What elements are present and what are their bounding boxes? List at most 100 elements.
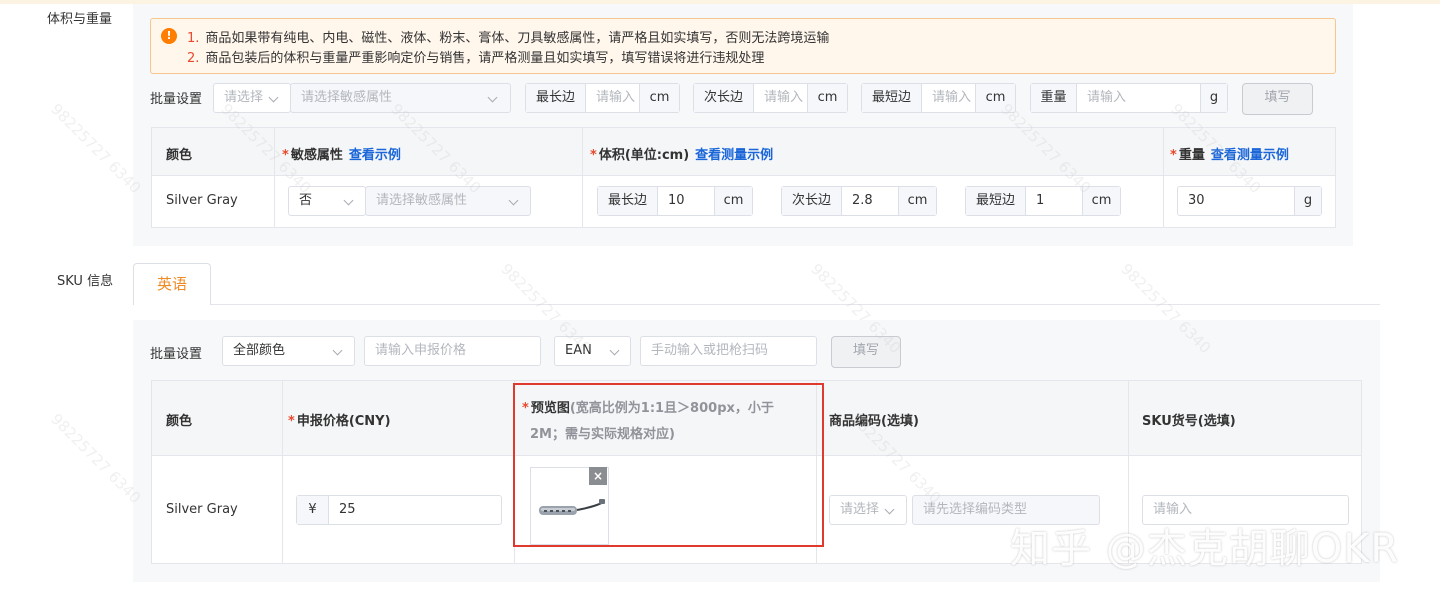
col-header-sensitive: * 敏感属性 查看示例 bbox=[282, 144, 401, 163]
divider bbox=[582, 128, 583, 227]
sensitive-example-link[interactable]: 查看示例 bbox=[349, 148, 401, 163]
batch-weight-input[interactable]: 请输入 bbox=[1087, 84, 1126, 112]
volume-section-label: 体积与重量 bbox=[47, 12, 113, 27]
price-batch-placeholder: 请输入申报价格 bbox=[375, 343, 467, 358]
row-weight-field[interactable]: 30 g bbox=[1177, 186, 1322, 216]
row-weight-input[interactable]: 30 bbox=[1188, 187, 1205, 215]
zhihu-brand-watermark: 知乎 @杰克胡聊OKR bbox=[1010, 526, 1400, 572]
row-shortest-input[interactable]: 1 bbox=[1036, 187, 1044, 215]
code-select-placeholder: 请选择 bbox=[840, 502, 880, 517]
warning-circle-icon: ! bbox=[161, 28, 177, 44]
price-field[interactable]: ¥ 25 bbox=[296, 495, 502, 525]
volume-table: 颜色 * 敏感属性 查看示例 * 体积(单位:cm) 查看测量示例 * 重量 查看测量示例 … bbox=[151, 127, 1336, 228]
batch-shortest-label: 最短边 bbox=[862, 84, 922, 112]
alert-line-2-number: 2. bbox=[187, 51, 200, 66]
chevron-down-icon bbox=[268, 92, 279, 103]
batch-longest-label: 最长边 bbox=[526, 84, 586, 112]
col-header-sensitive-label: 敏感属性 bbox=[290, 148, 343, 163]
sensitive-yesno-select[interactable]: 否 bbox=[288, 186, 366, 216]
sku-col-header-color: 颜色 bbox=[166, 414, 193, 429]
batch-weight-label: 重量 bbox=[1031, 84, 1077, 112]
sku-col-header-code: 商品编码(选填) bbox=[829, 414, 919, 429]
col-header-weight: * 重量 查看测量示例 bbox=[1170, 144, 1289, 163]
batch-shortest-unit: cm bbox=[975, 84, 1015, 112]
sensitive-alert: ! 1. 商品如果带有纯电、内电、磁性、液体、粉末、膏体、刀具敏感属性，请严格且如… bbox=[150, 18, 1336, 74]
sku-row-color: Silver Gray bbox=[166, 502, 238, 517]
divider bbox=[274, 128, 275, 227]
volume-example-link[interactable]: 查看测量示例 bbox=[695, 148, 773, 163]
color-select-value: 全部颜色 bbox=[233, 343, 286, 358]
batch-second-label: 次长边 bbox=[694, 84, 754, 112]
required-mark: * bbox=[590, 148, 597, 163]
sensitive-yesno-value: 否 bbox=[299, 193, 313, 208]
col-header-volume: * 体积(单位:cm) 查看测量示例 bbox=[590, 144, 773, 163]
chevron-down-icon bbox=[332, 345, 343, 356]
batch-second-input[interactable]: 请输入 bbox=[764, 84, 803, 112]
row-color: Silver Gray bbox=[166, 193, 238, 208]
sku-fill-button[interactable]: 填写 bbox=[831, 336, 901, 368]
code-select[interactable]: 请选择 bbox=[829, 495, 907, 525]
tab-bar-line bbox=[133, 304, 1380, 305]
row-longest-input[interactable]: 10 bbox=[668, 187, 685, 215]
preview-highlight-box bbox=[513, 383, 824, 547]
row-second-label: 次长边 bbox=[782, 187, 842, 215]
watermark-text: 98225727 6340 bbox=[47, 100, 145, 198]
divider bbox=[282, 381, 283, 563]
alert-line-1-text: 商品如果带有纯电、内电、磁性、液体、粉末、膏体、刀具敏感属性，请严格且如实填写，… bbox=[205, 31, 830, 46]
col-header-volume-label: 体积(单位:cm) bbox=[598, 148, 690, 163]
batch-select[interactable]: 请选择 bbox=[213, 83, 291, 113]
col-header-weight-label: 重量 bbox=[1178, 148, 1205, 163]
chevron-down-icon bbox=[487, 92, 498, 103]
alert-line-1-number: 1. bbox=[187, 31, 200, 46]
code-type-value: EAN bbox=[565, 343, 592, 358]
code-type-select[interactable]: EAN bbox=[554, 336, 631, 366]
row-longest-unit: cm bbox=[714, 187, 752, 215]
watermark-text: 98225727 6340 bbox=[47, 410, 145, 508]
alert-line-2-text: 商品包装后的体积与重量严重影响定价与销售，请严格测量且如实填写，填写错误将进行违… bbox=[205, 51, 765, 66]
batch-sensitive-placeholder: 请选择敏感属性 bbox=[301, 90, 393, 105]
row-second-input[interactable]: 2.8 bbox=[852, 187, 873, 215]
color-select[interactable]: 全部颜色 bbox=[222, 336, 355, 366]
chevron-down-icon bbox=[609, 345, 620, 356]
divider bbox=[1163, 128, 1164, 227]
row-shortest-label: 最短边 bbox=[966, 187, 1026, 215]
volume-batch-label: 批量设置 bbox=[150, 92, 203, 107]
row-sensitive-select[interactable]: 请选择敏感属性 bbox=[365, 186, 531, 216]
batch-second-unit: cm bbox=[807, 84, 847, 112]
batch-longest-input[interactable]: 请输入 bbox=[596, 84, 635, 112]
sku-col-header-sku: SKU货号(选填) bbox=[1142, 414, 1236, 429]
row-longest-field[interactable]: 最长边 10 cm bbox=[597, 186, 753, 216]
price-input[interactable]: 25 bbox=[339, 496, 356, 524]
row-shortest-field[interactable]: 最短边 1 cm bbox=[965, 186, 1121, 216]
col-header-color: 颜色 bbox=[166, 148, 193, 163]
batch-select-placeholder: 请选择 bbox=[224, 90, 264, 105]
code-batch-input[interactable]: 手动输入或把枪扫码 bbox=[640, 336, 817, 366]
required-mark: * bbox=[282, 148, 289, 163]
row-longest-label: 最长边 bbox=[598, 187, 658, 215]
batch-weight-unit: g bbox=[1200, 84, 1227, 112]
sku-col-header-price: * 申报价格(CNY) bbox=[288, 410, 391, 429]
sku-col-header-price-label: 申报价格(CNY) bbox=[296, 414, 391, 429]
batch-second-field[interactable]: 次长边 请输入 cm bbox=[693, 83, 848, 113]
chevron-down-icon bbox=[884, 504, 895, 515]
row-second-field[interactable]: 次长边 2.8 cm bbox=[781, 186, 937, 216]
chevron-down-icon bbox=[343, 195, 354, 206]
batch-longest-field[interactable]: 最长边 请输入 cm bbox=[525, 83, 680, 113]
batch-weight-field[interactable]: 重量 请输入 g bbox=[1030, 83, 1228, 113]
tab-english[interactable]: 英语 bbox=[133, 263, 211, 305]
weight-example-link[interactable]: 查看测量示例 bbox=[1211, 148, 1289, 163]
sku-batch-label: 批量设置 bbox=[150, 347, 203, 362]
batch-shortest-field[interactable]: 最短边 请输入 cm bbox=[861, 83, 1016, 113]
chevron-down-icon bbox=[508, 195, 519, 206]
volume-fill-button[interactable]: 填写 bbox=[1242, 83, 1313, 115]
required-mark: * bbox=[288, 414, 295, 429]
price-batch-input[interactable]: 请输入申报价格 bbox=[364, 336, 541, 366]
row-shortest-unit: cm bbox=[1082, 187, 1120, 215]
row-sensitive-placeholder: 请选择敏感属性 bbox=[376, 193, 468, 208]
alert-line-2: 2. 商品包装后的体积与重量严重影响定价与销售，请严格测量且如实填写，填写错误将进… bbox=[187, 47, 764, 66]
batch-shortest-input[interactable]: 请输入 bbox=[932, 84, 971, 112]
row-second-unit: cm bbox=[898, 187, 936, 215]
batch-sensitive-select[interactable]: 请选择敏感属性 bbox=[290, 83, 511, 113]
code-batch-placeholder: 手动输入或把枪扫码 bbox=[651, 343, 769, 358]
batch-longest-unit: cm bbox=[639, 84, 679, 112]
